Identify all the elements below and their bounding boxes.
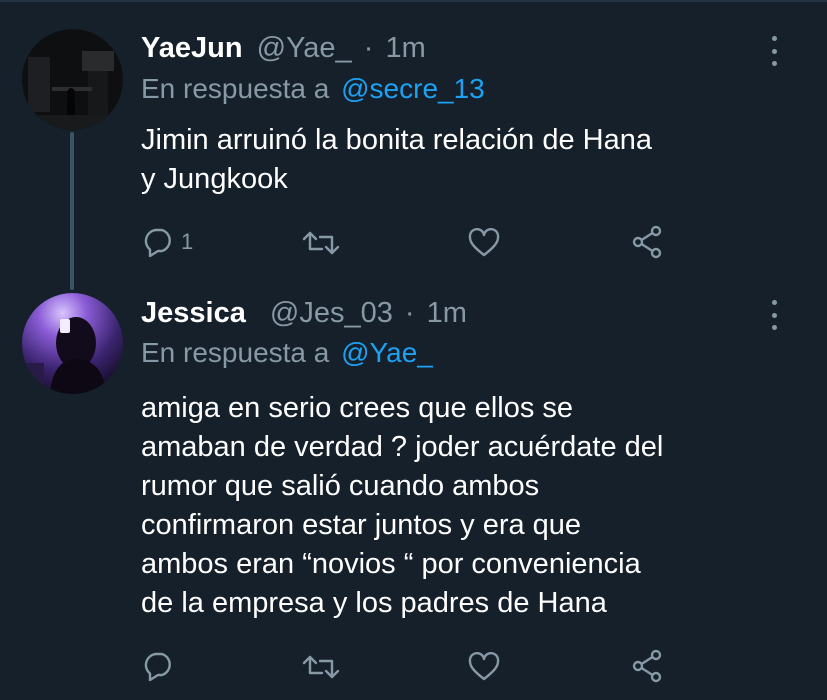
reply-icon [144,652,171,681]
tweet-text-line: amiga en serio crees que ellos se [141,392,574,424]
like-button[interactable] [468,652,500,682]
tweet-text-line: ambos eran “novios “ por conveniencia [141,548,641,580]
separator-dot: · [404,297,415,329]
reply-context-label: En respuesta a [141,73,330,104]
reply-icon [144,228,171,257]
share-icon [632,225,662,259]
tweet-text-line: rumor que salió cuando ambos [141,470,540,502]
tweet-text-line: de la empresa y los padres de Hana [141,587,607,619]
reply-count: 1 [181,229,194,254]
reply-mention-link[interactable]: @Yae_ [341,337,433,368]
thread-connector-line [70,132,74,290]
user-handle[interactable]: @Jes_03 [270,297,393,329]
timestamp[interactable]: 1m [385,32,425,64]
reply-button[interactable] [143,651,181,681]
reply-mention-link[interactable]: @secre_13 [341,73,485,104]
tweet-text: Jimin arruinó la bonita relación de Hana… [141,121,652,199]
avatar[interactable] [22,29,123,130]
retweet-button[interactable] [302,230,340,256]
tweet-text-line: y Jungkook [141,163,288,195]
more-icon [771,300,777,305]
display-name[interactable]: YaeJun [141,32,243,64]
reply-context-label: En respuesta a [141,337,330,368]
more-icon [771,36,777,41]
heart-icon [468,228,500,257]
more-options-button[interactable] [764,36,784,66]
display-name[interactable]: Jessica [141,297,246,329]
avatar[interactable] [22,293,123,394]
share-button[interactable] [631,225,663,259]
heart-icon [468,652,500,681]
tweet-text-line: Jimin arruinó la bonita relación de Hana [141,124,653,156]
reply-button[interactable]: 1 [143,227,193,257]
tweet-text: amiga en serio crees que ellos se amaban… [141,389,663,623]
timestamp[interactable]: 1m [427,297,467,329]
separator-dot: · [363,32,374,64]
tweet-text-line: confirmaron estar juntos y era que [141,509,582,541]
like-button[interactable] [468,228,500,258]
retweet-button[interactable] [302,654,340,680]
share-button[interactable] [631,649,663,683]
share-icon [632,649,662,683]
top-divider [0,0,827,2]
retweet-icon [302,231,340,255]
retweet-icon [302,655,340,679]
tweet-text-line: amaban de verdad ? joder acuérdate del [141,431,664,463]
user-handle[interactable]: @Yae_ [257,32,352,64]
more-options-button[interactable] [764,300,784,330]
